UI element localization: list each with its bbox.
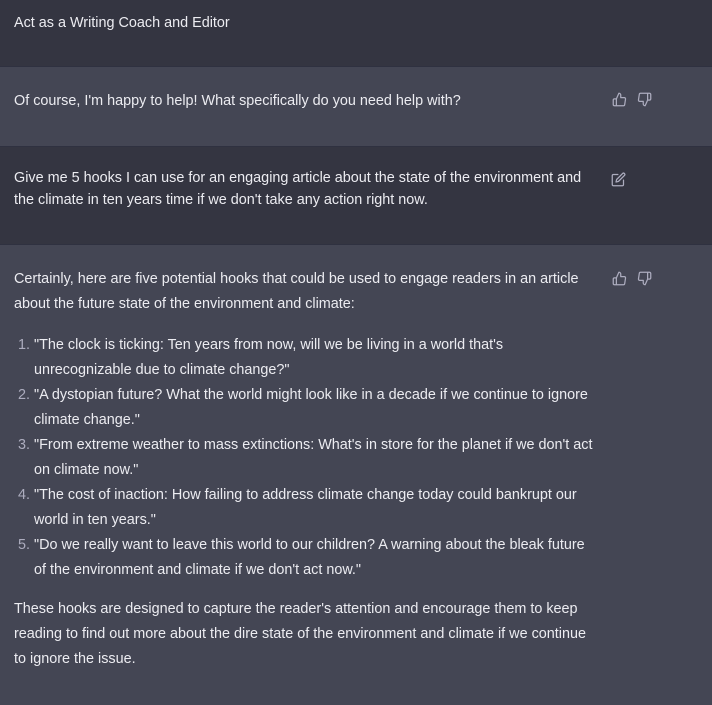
list-item: "A dystopian future? What the world migh… xyxy=(34,383,597,433)
user-message-text: Give me 5 hooks I can use for an engagin… xyxy=(14,170,582,208)
assistant-intro: Certainly, here are five potential hooks… xyxy=(14,271,579,312)
thumbs-down-icon[interactable] xyxy=(637,271,652,286)
assistant-message: Certainly, here are five potential hooks… xyxy=(0,245,712,705)
list-item: "The cost of inaction: How failing to ad… xyxy=(34,483,597,533)
edit-actions xyxy=(611,172,626,187)
assistant-message-body: Certainly, here are five potential hooks… xyxy=(14,245,597,672)
list-item: "The clock is ticking: Ten years from no… xyxy=(34,333,597,383)
hooks-list: "The clock is ticking: Ten years from no… xyxy=(14,333,597,583)
thumbs-up-icon[interactable] xyxy=(612,271,627,286)
user-message: Give me 5 hooks I can use for an engagin… xyxy=(0,147,712,245)
assistant-outro: These hooks are designed to capture the … xyxy=(14,601,586,667)
feedback-actions xyxy=(612,92,652,107)
thumbs-up-icon[interactable] xyxy=(612,92,627,107)
assistant-message-text: Of course, I'm happy to help! What speci… xyxy=(14,93,461,109)
thumbs-down-icon[interactable] xyxy=(637,92,652,107)
feedback-actions xyxy=(612,271,652,286)
list-item: "From extreme weather to mass extinction… xyxy=(34,433,597,483)
user-message-text: Act as a Writing Coach and Editor xyxy=(14,15,230,31)
edit-icon[interactable] xyxy=(611,172,626,187)
chat-thread: Act as a Writing Coach and Editor Of cou… xyxy=(0,0,712,705)
list-item: "Do we really want to leave this world t… xyxy=(34,533,597,583)
user-message: Act as a Writing Coach and Editor xyxy=(0,0,712,67)
assistant-message: Of course, I'm happy to help! What speci… xyxy=(0,67,712,147)
